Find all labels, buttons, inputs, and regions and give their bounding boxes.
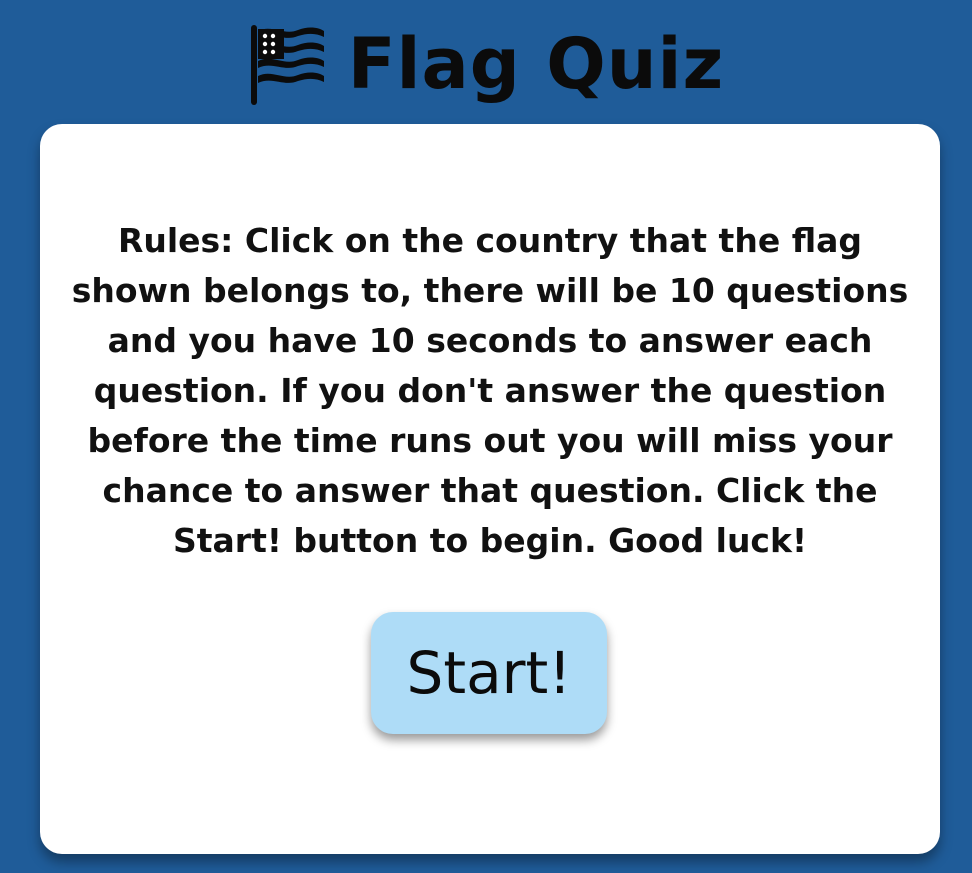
waving-flag-icon [250, 25, 324, 105]
start-button[interactable]: Start! [371, 612, 607, 734]
rules-text: Rules: Click on the country that the fla… [71, 221, 909, 560]
rules-card: Rules: Click on the country that the fla… [40, 124, 940, 854]
page-header: Flag Quiz [0, 14, 972, 114]
page-title: Flag Quiz [347, 23, 725, 105]
